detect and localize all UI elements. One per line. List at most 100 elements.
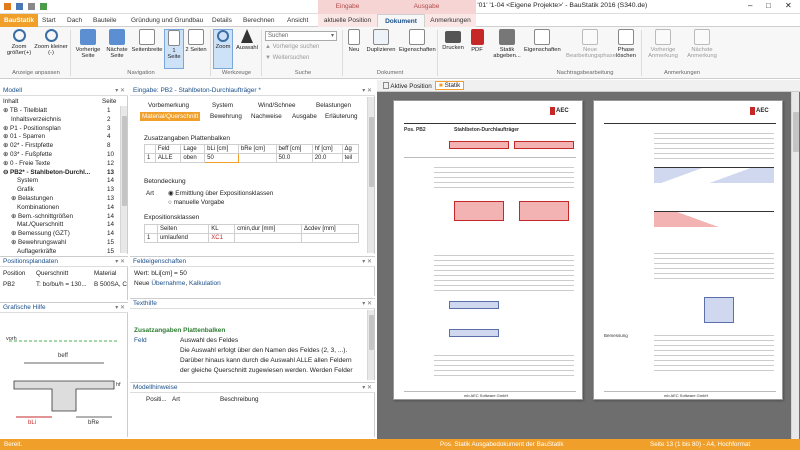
tab-aktive-position[interactable]: Aktive Position — [383, 82, 432, 90]
pdf-button[interactable]: PDF — [467, 29, 487, 53]
tree-item[interactable]: Mat./Querschnitt 14 — [3, 221, 121, 230]
tree-item[interactable]: ⊕ 0 - Freie Texte 12 — [3, 160, 121, 169]
close-button[interactable]: ✕ — [785, 1, 792, 10]
pb-feld-cell[interactable]: ALLE — [154, 153, 182, 163]
tree-item[interactable]: ⊕ Bewehrungswahl 15 — [3, 239, 121, 248]
expand-icon[interactable]: ⊕ — [11, 239, 16, 246]
expand-icon[interactable]: ⊕ — [11, 195, 16, 202]
close-icon[interactable]: ▾ ✕ — [115, 86, 125, 96]
tab-nachweise[interactable]: Nachweise — [251, 113, 282, 120]
pb-bli-cell[interactable]: 50 — [204, 153, 239, 163]
document-scrollbar[interactable] — [791, 92, 799, 439]
pb-lage-cell[interactable]: oben — [180, 153, 206, 163]
kalkulation-link[interactable]: Kalkulation — [189, 280, 221, 287]
tab-vorbemerkung[interactable]: Vorbemerkung — [148, 102, 189, 109]
two-pages-button[interactable]: 2 Seiten — [185, 29, 207, 53]
tab-dokument[interactable]: Dokument — [377, 14, 425, 27]
collapse-icon[interactable]: ⊖ — [3, 169, 8, 176]
zoom-in-button[interactable]: Zoom größer(+) — [4, 29, 34, 56]
delete-phase-button[interactable]: Phase löschen — [614, 29, 638, 59]
cell-position[interactable]: PB2 — [3, 281, 15, 288]
ex-cmin-cell[interactable] — [234, 233, 302, 243]
tree-item[interactable]: ⊕ 03* - Fußpfette 10 — [3, 151, 121, 160]
pb-bre-cell[interactable] — [237, 153, 277, 163]
one-page-button[interactable]: 1 Seite — [164, 29, 184, 69]
tree-item[interactable]: System 14 — [3, 177, 121, 186]
tab-system[interactable]: System — [212, 102, 233, 109]
tab-details[interactable]: Details — [212, 14, 232, 27]
tab-statik[interactable]: ■ Statik — [435, 81, 465, 90]
document-page-1[interactable]: AEC Pos. PB2 Stahlbeton-Durchlaufträger … — [393, 100, 583, 400]
maximize-button[interactable]: □ — [766, 1, 771, 10]
tab-start[interactable]: Start — [42, 14, 56, 27]
expand-icon[interactable]: ⊕ — [11, 213, 16, 220]
tab-wind-schnee[interactable]: Wind/Schnee — [258, 102, 295, 109]
expand-icon[interactable]: ⊕ — [3, 160, 8, 167]
selection-tool-button[interactable]: Auswahl — [235, 29, 259, 51]
tab-material-querschnitt[interactable]: Material/Querschnitt — [140, 112, 201, 121]
tree-item[interactable]: ⊕ TB - Titelblatt 1 — [3, 107, 121, 116]
properties2-button[interactable]: Eigenschaften — [524, 29, 561, 53]
tab-belastungen[interactable]: Belastungen — [316, 102, 351, 109]
close-icon[interactable]: ▾ ✕ — [115, 303, 125, 313]
tree-item-selected[interactable]: ⊖ PB2* - Stahlbeton-Durchl... 13 — [3, 169, 121, 178]
expand-icon[interactable]: ⊕ — [3, 142, 8, 149]
zoom-out-button[interactable]: Zoom kleiner (-) — [34, 29, 68, 56]
minimize-button[interactable]: – — [748, 1, 752, 10]
tab-baustatik[interactable]: BauStatik — [0, 14, 38, 27]
document-page-2[interactable]: AEC Bemessung mb AEC Software GmbH — [593, 100, 783, 400]
tree-item[interactable]: ⊕ Bem.-schnittgrößen 14 — [3, 213, 121, 222]
search-next-button[interactable]: ▼ Weitersuchen — [265, 55, 309, 61]
texthilfe-scrollbar[interactable] — [367, 310, 374, 380]
duplicate-button[interactable]: Duplizieren — [364, 29, 398, 53]
close-icon[interactable]: ▾ ✕ — [362, 383, 372, 393]
tree-item[interactable]: ⊕ Belastungen 13 — [3, 195, 121, 204]
zoom-tool-button[interactable]: Zoom — [213, 29, 233, 69]
new-button[interactable]: Neu — [345, 29, 363, 53]
close-icon[interactable]: ▾ ✕ — [362, 257, 372, 267]
close-icon[interactable]: ▾ ✕ — [115, 257, 125, 267]
tab-aktuelle-position[interactable]: aktuelle Position — [318, 14, 377, 27]
pb-beff-cell[interactable]: 50.0 — [275, 153, 313, 163]
tree-item[interactable]: ⊕ Bemessung (GZT) 14 — [3, 230, 121, 239]
collapse-icon[interactable]: ⊕ — [3, 107, 8, 114]
tab-bauteile[interactable]: Bauteile — [93, 14, 117, 27]
ex-seiten-cell[interactable]: umlaufend — [156, 233, 210, 243]
pb-hf-cell[interactable]: 20.0 — [311, 153, 343, 163]
close-icon[interactable]: ▾ ✕ — [362, 299, 372, 309]
cell-material[interactable]: B 500SA, C — [94, 281, 127, 288]
prev-note-button[interactable]: Vorherige Anmerkung — [644, 29, 682, 59]
search-prev-button[interactable]: ▲ Vorherige suchen — [265, 44, 319, 50]
prev-page-button[interactable]: Vorherige Seite — [74, 29, 102, 59]
statik-abgeben-button[interactable]: Statik abgeben... — [490, 29, 524, 59]
tab-anmerkungen[interactable]: Anmerkungen — [425, 14, 476, 27]
print-button[interactable]: Drucken — [440, 29, 466, 51]
pb-dg-cell[interactable]: teil — [341, 153, 360, 163]
tab-dach[interactable]: Dach — [67, 14, 82, 27]
next-note-button[interactable]: Nächste Anmerkung — [684, 29, 720, 59]
expand-icon[interactable]: ⊕ — [3, 151, 8, 158]
search-input[interactable]: Suchen ▾ — [265, 31, 337, 41]
next-page-button[interactable]: Nächste Seite — [103, 29, 131, 59]
tree-item[interactable]: ⊕ 01 - Sparren 4 — [3, 133, 121, 142]
ex-dcdev-cell[interactable] — [300, 233, 360, 243]
page-width-button[interactable]: Seitenbreite — [131, 29, 163, 53]
tab-berechnen[interactable]: Berechnen — [243, 14, 274, 27]
radio-expositionsklassen[interactable]: ◉ Ermittlung über Expositionsklassen — [168, 190, 273, 197]
close-icon[interactable]: ▾ ✕ — [362, 86, 372, 96]
expand-icon[interactable]: ⊕ — [11, 230, 16, 237]
tree-item[interactable]: ⊕ P1 - Positionsplan 3 — [3, 125, 121, 134]
quick-access-icons[interactable] — [4, 3, 64, 11]
tree-item[interactable]: Inhaltsverzeichnis 2 — [3, 116, 121, 125]
tab-ansicht[interactable]: Ansicht — [287, 14, 308, 27]
ex-kl-cell[interactable]: XC1 — [208, 233, 236, 243]
tree-item[interactable]: ⊕ 02* - Firstpfette 8 — [3, 142, 121, 151]
radio-manuell[interactable]: ○ manuelle Vorgabe — [168, 199, 224, 206]
expand-icon[interactable]: ⊕ — [3, 133, 8, 140]
uebernahme-link[interactable]: Übernahme — [151, 280, 185, 287]
expand-icon[interactable]: ⊕ — [3, 125, 8, 132]
tree-item[interactable]: Kombinationen 14 — [3, 204, 121, 213]
tab-bewehrung[interactable]: Bewehrung — [210, 113, 242, 120]
cell-querschnitt[interactable]: T: bo/bu/h = 130... — [36, 281, 87, 288]
new-phase-button[interactable]: Neue Bearbeitungsphase — [566, 29, 616, 59]
